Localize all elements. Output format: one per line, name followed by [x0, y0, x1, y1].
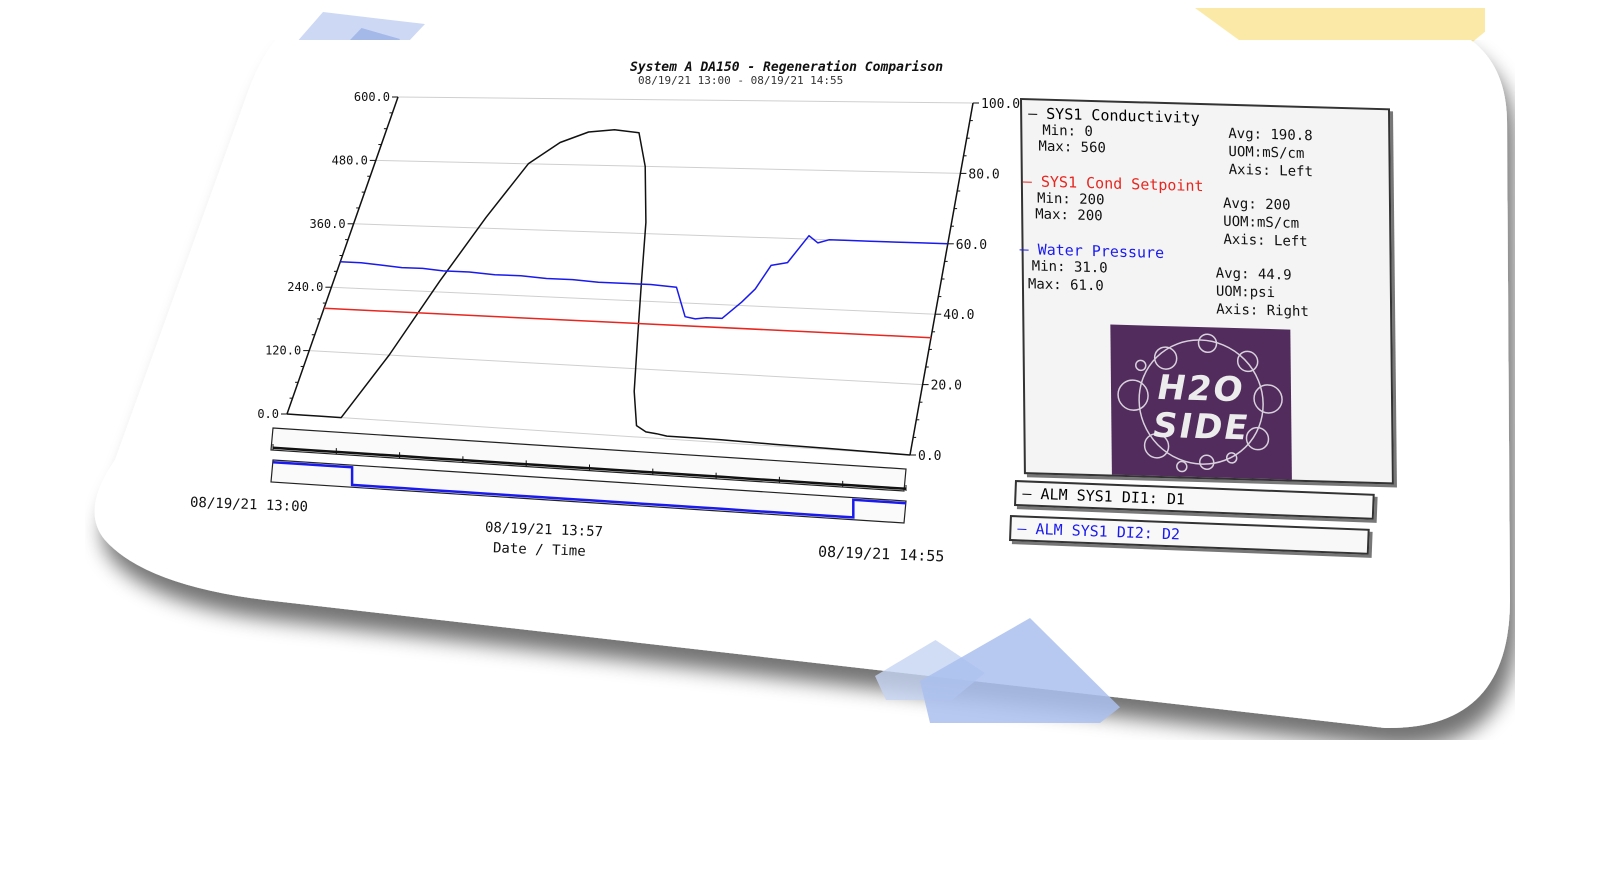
legend-axis: Axis: Right [1216, 301, 1309, 321]
grid-line [309, 350, 923, 386]
y-tick-label-left: 0.0 [257, 407, 279, 421]
legend-min: Min: 31.0 [1031, 258, 1108, 277]
y-tick-label-left: 360.0 [309, 217, 345, 231]
y-tick-label-right: 20.0 [931, 379, 962, 394]
y-tick-label-right: 60.0 [956, 238, 987, 253]
y-tick-label-left: 600.0 [354, 90, 390, 104]
legend-max: Max: 61.0 [1027, 276, 1104, 295]
legend-swatch: — [1019, 239, 1038, 259]
y-tick-label-right: 100.0 [981, 97, 1020, 112]
legend-panel: — SYS1 Conductivity Min: 0 Max: 560 Avg:… [1019, 98, 1394, 485]
series-line-conductivity [286, 128, 911, 456]
y-tick-label-left: 120.0 [265, 344, 301, 358]
series-line-setpoint [323, 307, 932, 339]
legend-avg: Avg: 200 [1222, 195, 1291, 214]
legend-swatch: — [1017, 519, 1036, 538]
legend-max: Max: 200 [1035, 206, 1103, 225]
grid-line [375, 159, 961, 174]
legend-avg: Avg: 190.8 [1228, 125, 1313, 145]
y-tick-label-right: 80.0 [968, 167, 999, 182]
legend-axis: Axis: Left [1228, 161, 1314, 181]
legend-uom: UOM:mS/cm [1228, 143, 1305, 162]
legend-max: Max: 560 [1038, 138, 1107, 157]
legend-swatch: — [1028, 104, 1047, 123]
y-tick-label-right: 0.0 [918, 449, 941, 464]
legend-uom: UOM:psi [1215, 283, 1276, 302]
legend-min: Min: 0 [1042, 122, 1093, 141]
legend-uom: UOM:mS/cm [1223, 213, 1300, 232]
grid-line [397, 96, 974, 104]
legend-swatch: — [1022, 172, 1042, 191]
legend-axis: Axis: Left [1223, 231, 1308, 251]
legend-swatch: — [1022, 484, 1041, 503]
logo-line2: SIDE [1152, 405, 1250, 449]
y-tick-label-left: 480.0 [332, 153, 368, 167]
legend-min: Min: 200 [1036, 190, 1105, 209]
grid-line [331, 286, 936, 315]
legend-avg: Avg: 44.9 [1215, 265, 1292, 284]
y-tick-label-left: 240.0 [287, 280, 323, 294]
h2o-side-logo: H2O SIDE [1110, 324, 1292, 480]
y-tick-label-right: 40.0 [943, 308, 974, 323]
